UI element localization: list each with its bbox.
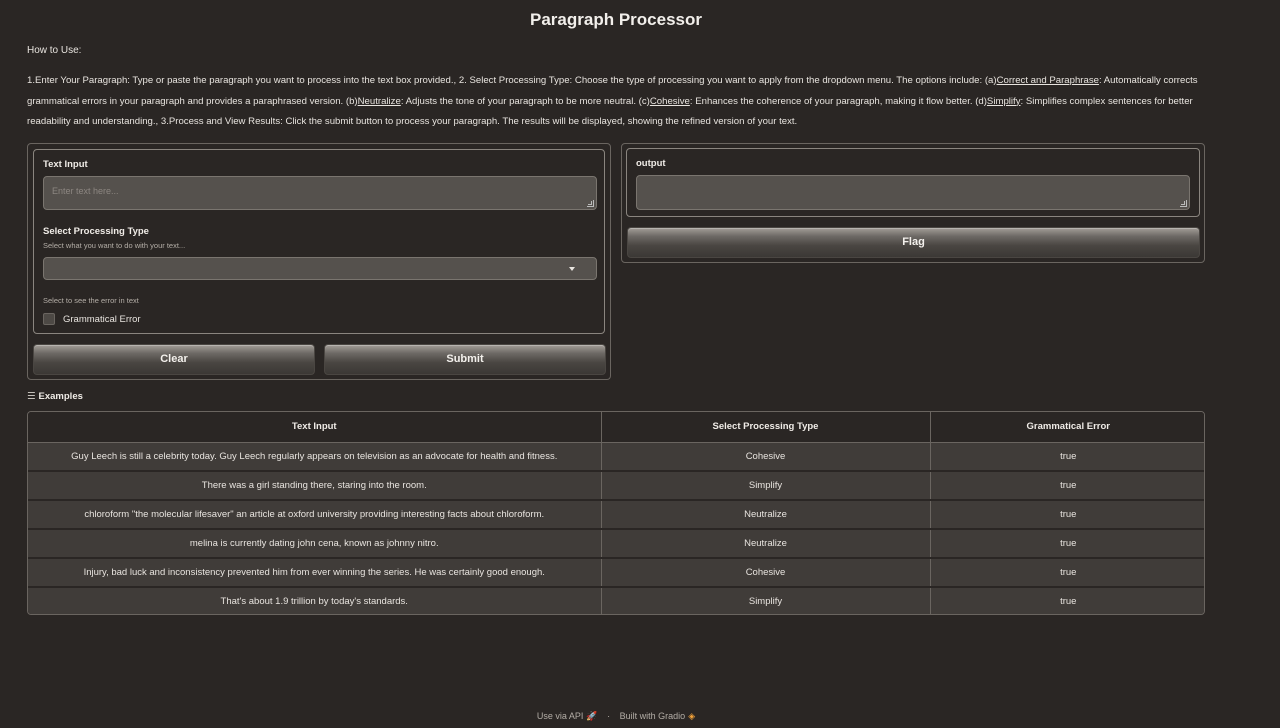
output-label: output (636, 158, 666, 169)
instructions-text: : Enhances the coherence of your paragra… (689, 95, 987, 107)
footer-separator: · (607, 711, 611, 721)
footer: Use via API 🚀 · Built with Gradio ◈ (0, 711, 1232, 722)
table-row[interactable]: chloroform "the molecular lifesaver" an … (28, 500, 1204, 530)
resize-handle-icon[interactable] (1180, 200, 1187, 207)
input-form: Text Input Enter text here... Select Pro… (33, 149, 605, 334)
example-text[interactable]: Injury, bad luck and inconsistency preve… (28, 558, 602, 588)
clear-button[interactable]: Clear (33, 344, 315, 375)
example-error[interactable]: true (930, 471, 1204, 501)
option-correct-paraphrase: Correct and Paraphrase (996, 75, 1099, 86)
examples-heading: ☰ Examples (27, 391, 83, 402)
option-neutralize: Neutralize (357, 95, 401, 107)
example-type[interactable]: Cohesive (601, 558, 931, 588)
option-cohesive: Cohesive (649, 95, 690, 107)
example-type[interactable]: Neutralize (601, 500, 931, 530)
example-text[interactable]: chloroform "the molecular lifesaver" an … (28, 500, 602, 530)
output-panel: output Flag (621, 143, 1205, 263)
example-error[interactable]: true (930, 558, 1204, 588)
example-text[interactable]: There was a girl standing there, staring… (28, 471, 602, 501)
example-text[interactable]: That's about 1.9 trillion by today's sta… (28, 587, 602, 614)
example-text[interactable]: Guy Leech is still a celebrity today. Gu… (28, 442, 602, 472)
output-box: output (626, 148, 1200, 217)
chevron-down-icon[interactable] (569, 267, 575, 271)
table-row[interactable]: melina is currently dating john cena, kn… (28, 529, 1204, 559)
table-row[interactable]: Injury, bad luck and inconsistency preve… (28, 558, 1204, 588)
resize-handle-icon[interactable] (587, 200, 594, 207)
flag-button[interactable]: Flag (627, 227, 1200, 258)
example-error[interactable]: true (930, 442, 1204, 472)
processing-type-label: Select Processing Type (43, 226, 149, 237)
text-input-label: Text Input (43, 159, 88, 170)
table-row[interactable]: There was a girl standing there, staring… (28, 471, 1204, 501)
text-input-placeholder: Enter text here... (52, 186, 119, 196)
use-via-api-link[interactable]: Use via API (537, 711, 584, 721)
example-type[interactable]: Simplify (601, 471, 931, 501)
examples-title: Examples (38, 391, 83, 402)
howto-instructions: 1.Enter Your Paragraph: Type or paste th… (27, 71, 1207, 133)
column-header-grammatical-error: Grammatical Error (930, 412, 1204, 443)
input-panel: Text Input Enter text here... Select Pro… (27, 143, 611, 380)
text-input-field[interactable]: Enter text here... (43, 176, 597, 210)
output-field[interactable] (636, 175, 1190, 210)
instructions-text: 1.Enter Your Paragraph: Type or paste th… (27, 75, 997, 86)
error-info: Select to see the error in text (43, 296, 139, 305)
option-simplify: Simplify (986, 95, 1021, 107)
column-header-processing-type: Select Processing Type (601, 412, 931, 443)
rocket-icon: 🚀 (586, 711, 598, 721)
example-text[interactable]: melina is currently dating john cena, kn… (28, 529, 602, 559)
submit-button[interactable]: Submit (324, 344, 606, 375)
example-type[interactable]: Simplify (601, 587, 931, 614)
howto-heading: How to Use: (27, 45, 82, 56)
table-row[interactable]: Guy Leech is still a celebrity today. Gu… (28, 442, 1204, 472)
instructions-text: : Adjusts the tone of your paragraph to … (400, 95, 650, 107)
example-error[interactable]: true (930, 587, 1204, 614)
processing-type-dropdown[interactable] (43, 257, 597, 280)
example-type[interactable]: Cohesive (601, 442, 931, 472)
table-header-row: Text Input Select Processing Type Gramma… (28, 412, 1204, 443)
example-error[interactable]: true (930, 500, 1204, 530)
page-title: Paragraph Processor (530, 10, 702, 29)
example-error[interactable]: true (930, 529, 1204, 559)
grammatical-error-checkbox[interactable] (43, 313, 55, 325)
list-icon: ☰ (27, 391, 36, 402)
column-header-text-input: Text Input (28, 412, 602, 443)
grammatical-error-label[interactable]: Grammatical Error (63, 314, 141, 325)
built-with-gradio-link[interactable]: Built with Gradio (620, 711, 686, 721)
example-type[interactable]: Neutralize (601, 529, 931, 559)
gradio-logo-icon: ◈ (688, 711, 696, 721)
examples-table: Text Input Select Processing Type Gramma… (27, 411, 1205, 615)
table-row[interactable]: That's about 1.9 trillion by today's sta… (28, 587, 1204, 614)
processing-type-info: Select what you want to do with your tex… (43, 241, 186, 250)
